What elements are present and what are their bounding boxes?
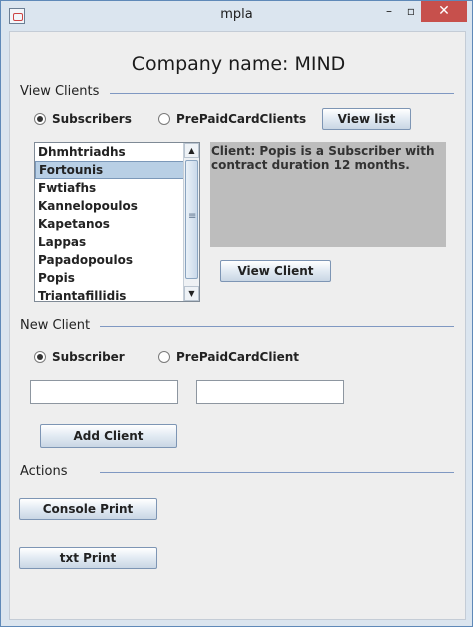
- clients-list[interactable]: Dhmhtriadhs Fortounis Fwtiafhs Kannelopoulo…: [34, 142, 200, 302]
- main-panel: Company name: MIND View Clients Subscrib…: [9, 31, 466, 620]
- subscriber-radio[interactable]: Subscriber: [34, 350, 125, 364]
- prepaid-client-radio-label: PrePaidCardClient: [176, 350, 299, 364]
- view-clients-divider: [110, 93, 454, 94]
- radio-checked-icon: [34, 351, 46, 363]
- console-print-button[interactable]: Console Print: [19, 498, 157, 520]
- list-item[interactable]: Triantafillidis: [35, 287, 199, 301]
- radio-unchecked-icon: [158, 351, 170, 363]
- scroll-down-icon[interactable]: ▼: [184, 286, 199, 301]
- list-item[interactable]: Lappas: [35, 233, 199, 251]
- scroll-up-icon[interactable]: ▲: [184, 143, 199, 158]
- view-list-button[interactable]: View list: [322, 108, 411, 130]
- list-item[interactable]: Papadopoulos: [35, 251, 199, 269]
- radio-checked-icon: [34, 113, 46, 125]
- radio-unchecked-icon: [158, 113, 170, 125]
- new-client-name-field[interactable]: [30, 380, 178, 404]
- list-item[interactable]: Dhmhtriadhs: [35, 143, 199, 161]
- app-window: mpla – ▫ ✕ Company name: MIND View Clien…: [0, 0, 473, 627]
- company-heading: Company name: MIND: [131, 53, 346, 75]
- subscriber-radio-label: Subscriber: [52, 350, 125, 364]
- prepaid-client-radio[interactable]: PrePaidCardClient: [158, 350, 299, 364]
- close-button[interactable]: ✕: [421, 1, 467, 22]
- prepaid-clients-radio-label: PrePaidCardClients: [176, 112, 307, 126]
- new-client-section-label: New Client: [20, 318, 91, 333]
- title-bar: mpla – ▫ ✕: [1, 1, 472, 31]
- view-clients-section-label: View Clients: [20, 84, 100, 99]
- add-client-button[interactable]: Add Client: [40, 424, 177, 448]
- new-client-divider: [100, 326, 454, 327]
- view-client-button[interactable]: View Client: [220, 260, 331, 282]
- list-item[interactable]: Kannelopoulos: [35, 197, 199, 215]
- prepaid-clients-radio[interactable]: PrePaidCardClients: [158, 112, 306, 126]
- new-client-detail-field[interactable]: [196, 380, 344, 404]
- scroll-thumb[interactable]: [185, 160, 198, 279]
- list-item[interactable]: Popis: [35, 269, 199, 287]
- actions-divider: [100, 472, 454, 473]
- list-scrollbar[interactable]: ▲ ▼: [183, 143, 199, 301]
- list-item[interactable]: Fortounis: [35, 161, 199, 179]
- txt-print-button[interactable]: txt Print: [19, 547, 157, 569]
- subscribers-radio-label: Subscribers: [52, 112, 132, 126]
- subscribers-radio[interactable]: Subscribers: [34, 112, 132, 126]
- actions-section-label: Actions: [20, 464, 68, 479]
- client-info-display: Client: Popis is a Subscriber with contr…: [210, 142, 446, 247]
- list-item[interactable]: Fwtiafhs: [35, 179, 199, 197]
- list-item[interactable]: Kapetanos: [35, 215, 199, 233]
